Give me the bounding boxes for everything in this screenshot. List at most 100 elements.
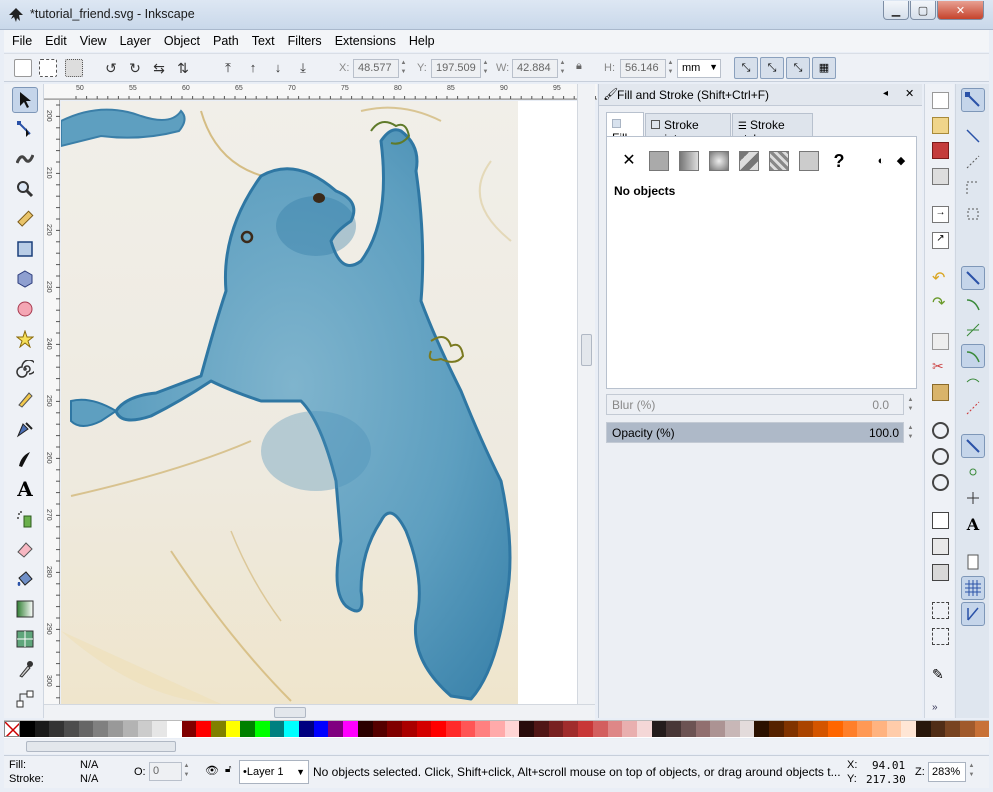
snap-smooth-nodes-icon[interactable]: [961, 370, 985, 394]
menu-edit[interactable]: Edit: [45, 34, 67, 48]
flat-color-icon[interactable]: [649, 151, 669, 171]
node-tool-icon[interactable]: [12, 116, 38, 142]
y-spinner[interactable]: ▲ ▼: [481, 59, 490, 78]
zoom-spinner[interactable]: ▲ ▼: [967, 762, 976, 781]
palette-swatch[interactable]: [915, 721, 931, 737]
menu-view[interactable]: View: [80, 34, 107, 48]
duplicate-icon[interactable]: [932, 512, 949, 529]
menu-help[interactable]: Help: [409, 34, 435, 48]
palette-swatch[interactable]: [34, 721, 50, 737]
import-icon[interactable]: →: [932, 206, 949, 223]
palette-swatch[interactable]: [166, 721, 182, 737]
spiral-tool-icon[interactable]: [12, 356, 38, 382]
palette-swatch[interactable]: [886, 721, 902, 737]
palette-swatch[interactable]: [225, 721, 241, 737]
snap-bbox-midpoints-icon[interactable]: [961, 202, 985, 226]
scroll-thumb[interactable]: [581, 334, 592, 366]
rectangle-tool-icon[interactable]: [12, 236, 38, 262]
snap-rotation-center-icon[interactable]: [961, 486, 985, 510]
save-icon[interactable]: [932, 142, 949, 159]
connector-tool-icon[interactable]: [12, 686, 38, 712]
palette-swatch[interactable]: [372, 721, 388, 737]
selector-tool-icon[interactable]: [12, 87, 38, 113]
opacity-spinner[interactable]: ▲ ▼: [906, 424, 915, 443]
rotate-cw-icon[interactable]: ↻: [126, 59, 144, 77]
palette-swatch[interactable]: [622, 721, 637, 737]
menu-object[interactable]: Object: [164, 34, 200, 48]
tab-fill[interactable]: Fill: [606, 112, 644, 145]
palette-swatch[interactable]: [519, 721, 535, 737]
snap-guides-icon[interactable]: [961, 602, 985, 626]
flip-horizontal-icon[interactable]: ⇆: [150, 59, 168, 77]
scale-corners-toggle[interactable]: ⤡: [760, 57, 784, 79]
palette-swatch[interactable]: [460, 721, 476, 737]
palette-swatch[interactable]: [960, 721, 975, 737]
palette-swatch[interactable]: [710, 721, 725, 737]
iconify-icon[interactable]: ◂: [883, 88, 888, 99]
palette-swatch[interactable]: [343, 721, 358, 737]
palette-swatch[interactable]: [842, 721, 858, 737]
palette-swatch[interactable]: [945, 721, 960, 737]
lock-icon[interactable]: 🔒︎: [576, 60, 582, 73]
palette-swatch[interactable]: [783, 721, 799, 737]
tweak-tool-icon[interactable]: [12, 145, 38, 171]
scroll-thumb[interactable]: [26, 741, 176, 752]
palette-swatch[interactable]: [328, 721, 344, 737]
layer-select[interactable]: •Layer 1 ▼: [239, 760, 309, 784]
w-spinner[interactable]: ▲ ▼: [558, 59, 567, 78]
palette-swatch[interactable]: [739, 721, 755, 737]
zoom-tool-icon[interactable]: [12, 176, 38, 202]
deselect-icon[interactable]: [65, 59, 83, 77]
pencil-tool-icon[interactable]: [12, 386, 38, 412]
copy-icon[interactable]: [932, 333, 949, 350]
menu-path[interactable]: Path: [213, 34, 239, 48]
h-spinner[interactable]: ▲ ▼: [666, 59, 675, 78]
palette-swatch[interactable]: [387, 721, 402, 737]
text-tool-icon[interactable]: A: [12, 476, 38, 502]
palette-swatch[interactable]: [475, 721, 490, 737]
snap-text-baseline-icon[interactable]: A: [961, 512, 985, 536]
menu-file[interactable]: File: [12, 34, 32, 48]
open-file-icon[interactable]: [932, 117, 949, 134]
palette-swatch[interactable]: [64, 721, 79, 737]
select-all-layers-icon[interactable]: [39, 59, 57, 77]
palette-swatch[interactable]: [504, 721, 520, 737]
palette-swatch[interactable]: [666, 721, 681, 737]
zoom-page-icon[interactable]: [932, 474, 949, 491]
snap-bbox-icon[interactable]: [961, 124, 985, 148]
zoom-field[interactable]: 283%: [928, 762, 966, 782]
rotate-ccw-icon[interactable]: ↺: [102, 59, 120, 77]
snap-nodes-icon[interactable]: [961, 266, 985, 290]
palette-swatch[interactable]: [534, 721, 549, 737]
ellipse-tool-icon[interactable]: [12, 296, 38, 322]
palette-swatch[interactable]: [636, 721, 652, 737]
blur-slider[interactable]: Blur (%) 0.0: [606, 394, 904, 415]
paste-icon[interactable]: [932, 384, 949, 401]
calligraphy-tool-icon[interactable]: [12, 446, 38, 472]
palette-swatch[interactable]: [108, 721, 123, 737]
mesh-tool-icon[interactable]: [12, 626, 38, 652]
lower-to-bottom-icon[interactable]: ⤓: [294, 59, 312, 77]
spray-tool-icon[interactable]: [12, 506, 38, 532]
gradient-tool-icon[interactable]: [12, 596, 38, 622]
cut-icon[interactable]: ✂: [932, 358, 949, 375]
w-field[interactable]: 42.884: [512, 59, 558, 78]
palette-swatch[interactable]: [695, 721, 711, 737]
palette-swatch[interactable]: [798, 721, 814, 737]
palette-swatch[interactable]: [93, 721, 109, 737]
no-paint-icon[interactable]: ✕: [619, 151, 639, 171]
layer-visibility-icon[interactable]: 👁︎: [205, 764, 219, 777]
mesh-gradient-icon[interactable]: [739, 151, 759, 171]
horizontal-scrollbar[interactable]: [44, 704, 595, 720]
eraser-tool-icon[interactable]: [12, 536, 38, 562]
palette-swatch[interactable]: [871, 721, 887, 737]
blur-spinner[interactable]: ▲ ▼: [906, 396, 915, 415]
tab-stroke-paint[interactable]: Stroke paint: [645, 113, 731, 146]
layer-lock-icon[interactable]: 🔓︎: [225, 764, 231, 775]
palette-swatch[interactable]: [240, 721, 255, 737]
close-button[interactable]: ✕: [937, 1, 984, 20]
group-icon[interactable]: [932, 602, 949, 619]
snap-bbox-edges-icon[interactable]: [961, 150, 985, 174]
palette-swatch[interactable]: [255, 721, 270, 737]
flip-vertical-icon[interactable]: ⇅: [174, 59, 192, 77]
